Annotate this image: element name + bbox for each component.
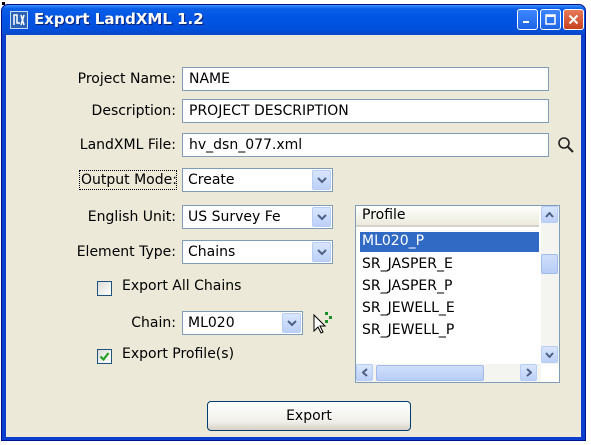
english-unit-select[interactable]: US Survey Fe [182,205,333,229]
vertical-scrollbar[interactable] [541,206,559,364]
maximize-button[interactable] [540,9,561,30]
maximize-icon [545,14,556,25]
export-profiles-checkbox[interactable] [97,349,112,364]
chain-select[interactable]: ML020 [182,311,303,335]
profile-list[interactable]: Profile ML020_P SR_JASPER_E SR_JASPER_P … [355,205,560,383]
window-title: Export LandXML 1.2 [34,10,204,28]
list-item[interactable]: SR_JASPER_E [360,255,539,275]
export-all-chains-checkbox[interactable] [97,281,112,296]
chevron-down-icon[interactable] [282,313,301,333]
description-label: Description: [91,103,176,119]
element-type-select[interactable]: Chains [182,240,333,264]
chevron-left-icon [361,368,368,377]
scroll-left-button[interactable] [356,364,373,381]
chevron-down-icon[interactable] [312,170,331,190]
project-name-label: Project Name: [77,71,176,87]
list-item[interactable]: SR_JEWELL_P [360,321,539,341]
chevron-down-icon[interactable] [312,207,331,227]
landxml-file-label: LandXML File: [79,137,176,153]
close-button[interactable] [563,9,584,30]
scroll-right-button[interactable] [520,364,537,381]
scroll-up-button[interactable] [541,206,558,223]
landxml-file-input[interactable]: hv_dsn_077.xml [182,133,549,157]
export-landxml-dialog: Export LandXML 1.2 Project Name: NAME De… [1,4,586,441]
chevron-down-icon [545,351,554,358]
project-name-input[interactable]: NAME [182,67,549,91]
checkmark-icon [99,352,110,362]
element-type-label: Element Type: [76,244,176,260]
list-item[interactable]: SR_JEWELL_E [360,299,539,319]
chain-value: ML020 [188,315,235,331]
export-button[interactable]: Export [207,401,411,431]
dialog-body: Project Name: NAME Description: PROJECT … [6,35,581,437]
english-unit-value: US Survey Fe [188,209,281,225]
minimize-button[interactable] [517,9,538,30]
horizontal-scrollbar[interactable] [356,364,541,382]
output-mode-select[interactable]: Create [182,168,333,192]
list-item[interactable]: SR_JASPER_P [360,277,539,297]
chevron-up-icon [545,211,554,218]
profile-list-header[interactable]: Profile [356,206,539,227]
element-type-value: Chains [188,244,236,260]
chevron-down-icon[interactable] [312,242,331,262]
list-item[interactable]: ML020_P [360,232,539,252]
export-profiles-label: Export Profile(s) [122,346,235,362]
chain-label: Chain: [131,315,176,331]
output-mode-label: Output Mode: [79,170,177,190]
magnifier-icon[interactable] [556,135,576,155]
description-input[interactable]: PROJECT DESCRIPTION [182,99,549,123]
vertical-scroll-thumb[interactable] [541,254,558,274]
landxml-app-icon [10,11,28,29]
pointer-pick-icon[interactable] [310,309,334,335]
output-mode-value: Create [188,172,235,188]
close-icon [568,14,579,25]
chevron-right-icon [525,368,532,377]
title-bar[interactable]: Export LandXML 1.2 [2,5,585,35]
export-all-chains-label: Export All Chains [122,278,242,294]
horizontal-scroll-thumb[interactable] [376,365,484,381]
english-unit-label: English Unit: [87,209,176,225]
minimize-icon [523,21,529,23]
scroll-down-button[interactable] [541,346,558,363]
